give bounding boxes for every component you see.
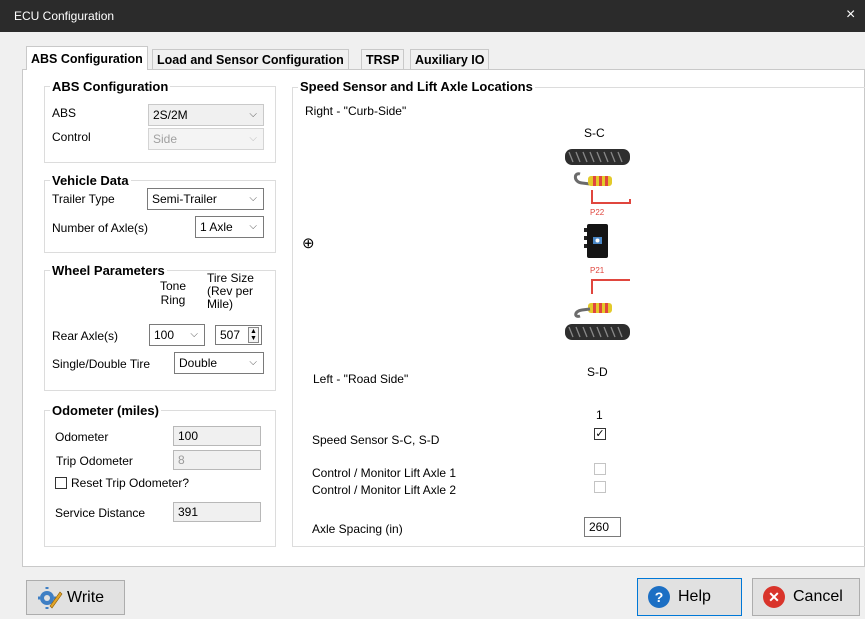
odometer-label: Odometer — [55, 430, 109, 444]
title-bar: ECU Configuration × — [0, 0, 865, 32]
tab-trsp[interactable]: TRSP — [361, 49, 405, 69]
lift-axle-2-label: Control / Monitor Lift Axle 2 — [312, 483, 457, 497]
write-button[interactable]: Write — [26, 580, 125, 615]
chevron-down-icon: ⌵ — [249, 193, 257, 204]
tab-auxiliary-io[interactable]: Auxiliary IO — [410, 49, 490, 69]
top-wheel-label: S-C — [584, 126, 605, 140]
sensor-wire — [591, 190, 631, 204]
trailer-type-value: Semi-Trailer — [152, 192, 217, 206]
tab-load-and-sensor[interactable]: Load and Sensor Configuration — [152, 49, 349, 69]
tone-ring-select[interactable]: 100 ⌵ — [149, 324, 205, 346]
service-distance-value: 391 — [178, 505, 199, 519]
single-double-tire-label: Single/Double Tire — [52, 357, 151, 371]
tire-icon[interactable] — [565, 149, 630, 165]
cancel-icon: ✕ — [763, 586, 785, 608]
sensor-wire — [591, 279, 630, 294]
odometer-value: 100 — [178, 429, 199, 443]
speed-sensor-checkbox[interactable]: ✓ — [594, 428, 606, 440]
chevron-down-icon: ⌵ — [249, 221, 257, 232]
tire-size-value: 507 — [220, 328, 241, 342]
axle-diagram: P22 P21 — [565, 149, 631, 340]
help-button[interactable]: ? Help — [637, 578, 742, 616]
chevron-down-icon: ⌵ — [249, 357, 257, 368]
trip-odometer-value: 8 — [178, 453, 185, 467]
cancel-label: Cancel — [793, 588, 843, 605]
ecu-module-icon[interactable] — [584, 224, 608, 258]
gear-pencil-icon — [38, 586, 63, 609]
trailer-type-label: Trailer Type — [52, 192, 115, 206]
tire-size-header: Tire Size (Rev per Mile) — [207, 271, 254, 311]
odometer-field[interactable]: 100 — [173, 426, 261, 446]
control-label: Control — [52, 130, 91, 144]
speed-sensor-icon[interactable] — [574, 303, 612, 318]
reset-trip-odometer-checkbox[interactable] — [55, 477, 67, 489]
abs-label: ABS — [52, 106, 77, 120]
axle-spacing-value: 260 — [589, 520, 610, 534]
lift-axle-1-label: Control / Monitor Lift Axle 1 — [312, 466, 457, 480]
tab-abs-configuration[interactable]: ABS Configuration — [26, 46, 148, 70]
left-road-side-label: Left - "Road Side" — [313, 372, 409, 386]
single-double-tire-select[interactable]: Double ⌵ — [174, 352, 264, 374]
single-double-tire-value: Double — [179, 356, 218, 370]
help-icon: ? — [648, 586, 670, 608]
service-distance-field[interactable]: 391 — [173, 502, 261, 522]
control-value: Side — [153, 132, 178, 146]
chevron-down-icon: ⌵ — [190, 329, 198, 340]
abs-select[interactable]: 2S/2M ⌵ — [148, 104, 264, 126]
axle-spacing-label: Axle Spacing (in) — [312, 522, 403, 536]
trailer-type-select[interactable]: Semi-Trailer ⌵ — [147, 188, 264, 210]
tire-icon[interactable] — [565, 324, 630, 340]
number-of-axles-label: Number of Axle(s) — [52, 221, 149, 235]
wheel-group-title: Wheel Parameters — [50, 263, 167, 278]
lift-axle-1-checkbox[interactable] — [594, 463, 606, 475]
tire-size-spinner[interactable]: 507 ▲ ▼ — [215, 325, 262, 345]
lift-axle-2-checkbox[interactable] — [594, 481, 606, 493]
abs-group-title: ABS Configuration — [50, 79, 171, 94]
write-label: Write — [67, 588, 105, 606]
reset-trip-odometer-label: Reset Trip Odometer? — [71, 476, 190, 490]
trip-odometer-label: Trip Odometer — [56, 454, 133, 468]
port-p21-label: P21 — [590, 266, 605, 275]
axle-column-header: 1 — [596, 408, 603, 422]
control-select[interactable]: Side ⌵ — [148, 128, 264, 150]
odometer-group-title: Odometer (miles) — [50, 403, 161, 418]
chevron-down-icon: ⌵ — [249, 109, 257, 120]
speed-sensor-group-title: Speed Sensor and Lift Axle Locations — [298, 79, 535, 94]
chevron-down-icon: ⌵ — [249, 133, 257, 144]
close-icon[interactable]: × — [846, 6, 855, 24]
cancel-button[interactable]: ✕ Cancel — [752, 578, 860, 616]
number-of-axles-value: 1 Axle — [200, 220, 233, 234]
spinner-arrows-icon[interactable]: ▲ ▼ — [248, 327, 259, 343]
rear-axles-label: Rear Axle(s) — [52, 329, 119, 343]
help-label: Help — [678, 588, 711, 605]
vehicle-group-title: Vehicle Data — [50, 173, 131, 188]
window-title: ECU Configuration — [14, 9, 115, 23]
tone-ring-value: 100 — [154, 328, 175, 342]
crosshair-icon[interactable]: ⊕ — [302, 234, 315, 252]
service-distance-label: Service Distance — [55, 506, 146, 520]
trip-odometer-field[interactable]: 8 — [173, 450, 261, 470]
speed-sensor-label: Speed Sensor S-C, S-D — [312, 433, 440, 447]
speed-sensor-icon[interactable] — [573, 172, 612, 186]
number-of-axles-select[interactable]: 1 Axle ⌵ — [195, 216, 264, 238]
tone-ring-header: Tone Ring — [160, 279, 187, 307]
right-curb-side-label: Right - "Curb-Side" — [305, 104, 407, 118]
abs-value: 2S/2M — [153, 108, 188, 122]
port-p22-label: P22 — [590, 208, 605, 217]
axle-spacing-field[interactable]: 260 — [584, 517, 621, 537]
